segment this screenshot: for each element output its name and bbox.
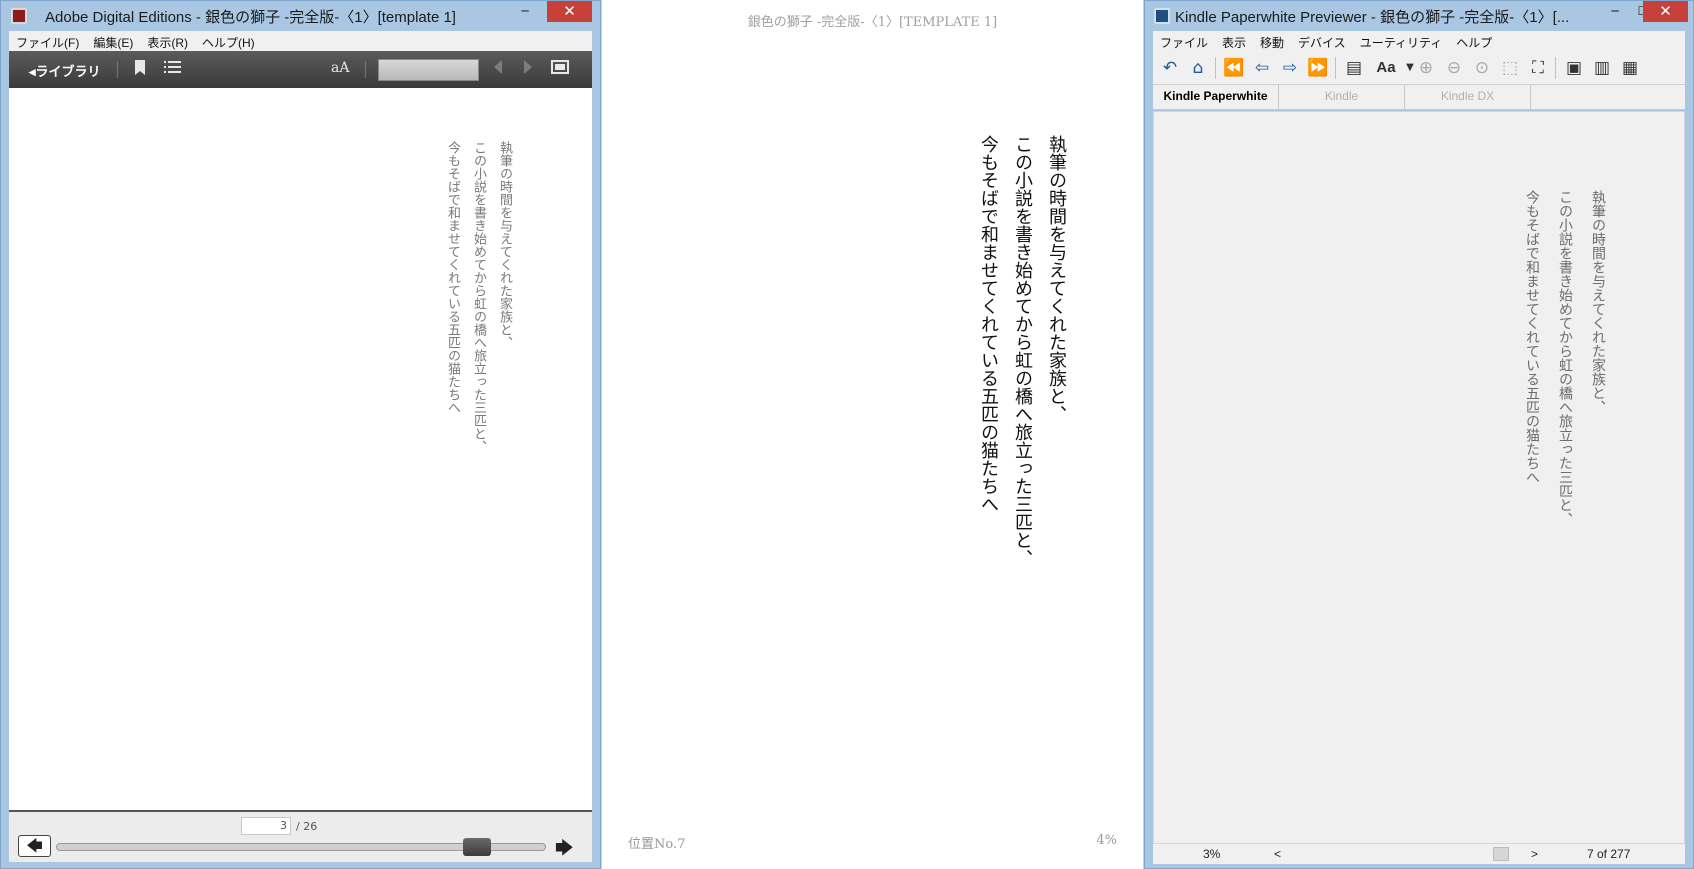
ade-navigation-bar: 3 / 26 🡄 🡆 <box>9 810 592 862</box>
list-icon[interactable] <box>164 60 181 78</box>
menu-device[interactable]: デバイス <box>1291 31 1353 51</box>
page-slider[interactable] <box>56 838 546 856</box>
menu-help[interactable]: ヘルプ <box>1449 31 1499 51</box>
text-line: この小説を書き始めてから虹の橋へ旅立った三匹と、 <box>471 141 486 453</box>
menu-view[interactable]: 表示(R) <box>140 31 195 51</box>
text-line: 今もそばで和ませてくれている五匹の猫たちへ <box>1524 190 1540 484</box>
slider-thumb[interactable] <box>462 838 491 856</box>
status-next-button[interactable]: > <box>1531 847 1538 861</box>
zoom-reset-icon[interactable]: ⊙ <box>1471 57 1493 79</box>
kindle-previewer-window: Kindle Paperwhite Previewer - 銀色の獅子 -完全版… <box>1144 0 1694 869</box>
text-line: 今もそばで和ませてくれている五匹の猫たちへ <box>445 141 460 414</box>
kpp-vertical-text: 執筆の時間を与えてくれた家族と、 この小説を書き始めてから虹の橋へ旅立った三匹と… <box>1515 190 1614 526</box>
text-line: 執筆の時間を与えてくれた家族と、 <box>497 141 512 349</box>
menu-edit[interactable]: 編集(E) <box>86 31 140 51</box>
menu-go[interactable]: 移動 <box>1253 31 1291 51</box>
text-line: 執筆の時間を与えてくれた家族と、 <box>1590 190 1606 414</box>
ade-window: Adobe Digital Editions - 銀色の獅子 -完全版-〈1〉[… <box>0 0 601 869</box>
ade-window-title: Adobe Digital Editions - 銀色の獅子 -完全版-〈1〉[… <box>45 9 456 26</box>
ade-reading-pane: 執筆の時間を与えてくれた家族と、 この小説を書き始めてから虹の橋へ旅立った三匹と… <box>9 88 592 810</box>
toolbar-divider <box>1555 57 1556 79</box>
kpp-window-title: Kindle Paperwhite Previewer - 銀色の獅子 -完全版… <box>1175 9 1570 26</box>
reading-percent: 4% <box>1096 833 1117 848</box>
next-page-icon[interactable] <box>523 60 533 78</box>
home-icon[interactable]: ⌂ <box>1187 57 1209 79</box>
font-settings-icon[interactable]: Aa <box>1371 57 1401 79</box>
kpp-status-bar: 3% < > 7 of 277 <box>1153 844 1685 864</box>
library-button[interactable]: ◂ライブラリ <box>29 61 101 80</box>
close-button[interactable]: ✕ <box>547 1 592 22</box>
next-page-arrow-icon[interactable]: 🡆 <box>555 836 574 866</box>
toolbar-divider <box>365 61 366 78</box>
back-icon[interactable]: ↶ <box>1159 57 1181 79</box>
location-number: 位置No.7 <box>628 837 686 852</box>
minimize-button[interactable]: ─ <box>1601 1 1629 22</box>
zoom-in-icon[interactable]: ⊕ <box>1415 57 1437 79</box>
text-line: 今もそばで和ませてくれている五匹の猫たちへ <box>978 135 999 513</box>
kpp-toolbar: ↶ ⌂ ⏪ ⇦ ⇨ ⏩ ▤ Aa ▼ ⊕ ⊖ ⊙ ⬚ ⛶ ▣ ▥ ▦ <box>1153 51 1685 85</box>
page-total: / 26 <box>296 820 318 833</box>
toolbar-divider <box>1335 57 1336 79</box>
kpp-titlebar: Kindle Paperwhite Previewer - 銀色の獅子 -完全版… <box>1145 1 1693 31</box>
kpp-preview-pane: 執筆の時間を与えてくれた家族と、 この小説を書き始めてから虹の橋へ旅立った三匹と… <box>1153 111 1685 844</box>
menu-file[interactable]: ファイル <box>1153 31 1215 51</box>
page-jump-box[interactable] <box>378 59 479 81</box>
page-view-icon[interactable]: ▥ <box>1591 57 1613 79</box>
zoom-out-icon[interactable]: ⊖ <box>1443 57 1465 79</box>
kpp-menubar: ファイル 表示 移動 デバイス ユーティリティ ヘルプ <box>1153 31 1685 51</box>
fit-page-icon[interactable]: ⬚ <box>1499 57 1521 79</box>
menu-view[interactable]: 表示 <box>1215 31 1253 51</box>
fullscreen-icon[interactable] <box>551 60 569 78</box>
fullscreen-icon[interactable]: ⛶ <box>1527 57 1549 79</box>
text-line: この小説を書き始めてから虹の橋へ旅立った三匹と、 <box>1557 190 1573 526</box>
last-page-icon[interactable]: ⏩ <box>1307 57 1329 79</box>
menu-file[interactable]: ファイル(F) <box>9 31 86 51</box>
menu-help[interactable]: ヘルプ(H) <box>195 31 262 51</box>
portrait-icon[interactable]: ▣ <box>1563 57 1585 79</box>
status-location: 7 of 277 <box>1587 847 1631 861</box>
toolbar-divider <box>117 61 118 78</box>
previous-page-button[interactable]: 🡄 <box>18 835 51 857</box>
toolbar-divider <box>1215 57 1216 79</box>
tab-kindle[interactable]: Kindle <box>1279 85 1405 109</box>
bookmark-icon[interactable] <box>134 60 146 80</box>
tab-kindle-paperwhite[interactable]: Kindle Paperwhite <box>1153 85 1279 109</box>
font-size-icon[interactable]: aA <box>331 60 349 76</box>
menu-utility[interactable]: ユーティリティ <box>1353 31 1450 51</box>
document-icon[interactable]: ▤ <box>1343 57 1365 79</box>
continuous-view-icon[interactable]: ▦ <box>1619 57 1641 79</box>
reader-page: 銀色の獅子 -完全版-〈1〉[TEMPLATE 1] 執筆の時間を与えてくれた家… <box>601 0 1144 869</box>
text-line: この小説を書き始めてから虹の橋へ旅立った三匹と、 <box>1012 135 1033 567</box>
reader-vertical-text: 執筆の時間を与えてくれた家族と、 この小説を書き始めてから虹の橋へ旅立った三匹と… <box>971 135 1073 567</box>
ade-toolbar: ◂ライブラリ aA <box>9 51 592 88</box>
first-page-icon[interactable]: ⏪ <box>1223 57 1245 79</box>
ade-app-icon <box>11 8 27 24</box>
device-tabs: Kindle Paperwhite Kindle Kindle DX <box>1153 85 1685 110</box>
status-prev-button[interactable]: < <box>1274 847 1281 861</box>
close-button[interactable]: ✕ <box>1643 1 1688 22</box>
ade-menubar: ファイル(F) 編集(E) 表示(R) ヘルプ(H) <box>9 31 592 51</box>
book-title-header: 銀色の獅子 -完全版-〈1〉[TEMPLATE 1] <box>747 15 998 30</box>
status-percent: 3% <box>1203 847 1221 861</box>
text-line: 執筆の時間を与えてくれた家族と、 <box>1046 135 1067 423</box>
ade-titlebar: Adobe Digital Editions - 銀色の獅子 -完全版-〈1〉[… <box>1 1 600 31</box>
prev-page-icon[interactable] <box>493 60 503 78</box>
minimize-button[interactable]: ─ <box>511 1 539 22</box>
previous-page-icon[interactable]: ⇦ <box>1251 57 1273 79</box>
page-number-input[interactable]: 3 <box>241 817 291 835</box>
status-scroll-thumb[interactable] <box>1493 847 1509 861</box>
next-page-icon[interactable]: ⇨ <box>1279 57 1301 79</box>
ade-vertical-text: 執筆の時間を与えてくれた家族と、 この小説を書き始めてから虹の橋へ旅立った三匹と… <box>439 141 517 453</box>
tab-kindle-dx[interactable]: Kindle DX <box>1405 85 1531 109</box>
kpp-app-icon <box>1154 8 1170 24</box>
